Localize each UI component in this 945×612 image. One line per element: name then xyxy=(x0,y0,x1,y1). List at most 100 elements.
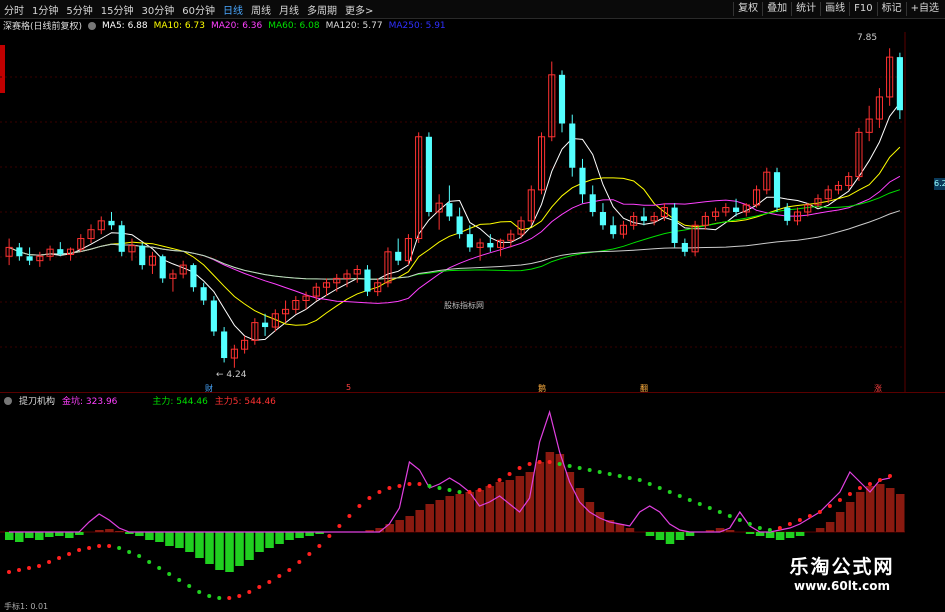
indicator-bar-down xyxy=(165,532,174,546)
candle-body-down xyxy=(589,194,596,212)
zhuli5-dot xyxy=(107,544,112,548)
indicator-bar-down xyxy=(235,532,244,566)
ma20-value: MA20: 6.36 xyxy=(210,20,263,31)
indicator-bar-down xyxy=(205,532,214,564)
draw-line-button[interactable]: 画线 xyxy=(820,2,849,16)
tab-30min[interactable]: 30分钟 xyxy=(141,2,174,17)
candle-body-down xyxy=(118,225,125,252)
candle-body-down xyxy=(190,265,197,288)
indicator-bar-up xyxy=(465,492,475,532)
indicator-bar-down xyxy=(775,532,785,540)
zhuli5-dot xyxy=(507,472,512,476)
zhuli5-dot xyxy=(137,554,142,558)
low-price-value: 4.24 xyxy=(226,370,247,380)
indicator-bar-down xyxy=(655,532,665,540)
zhuli5-dot xyxy=(467,490,472,494)
zhuli5-dot xyxy=(327,534,332,538)
indicator-bar-up xyxy=(855,492,865,532)
tab-5min[interactable]: 5分钟 xyxy=(66,2,92,17)
tab-multi-period[interactable]: 多周期 xyxy=(307,2,337,17)
zhuli5-dot xyxy=(37,564,42,568)
zhuli5-dot xyxy=(807,514,812,518)
candle-body-down xyxy=(200,287,207,301)
add-favorite-button[interactable]: +自选 xyxy=(905,2,943,16)
zhuli5-dot xyxy=(157,566,162,570)
kline-chart[interactable] xyxy=(0,32,945,392)
f10-button[interactable]: F10 xyxy=(849,2,876,16)
tab-1min[interactable]: 1分钟 xyxy=(32,2,58,17)
zhuli5-dot xyxy=(27,566,32,570)
indicator-bar-up xyxy=(415,510,424,532)
zhuli5-dot xyxy=(347,514,352,518)
indicator-bar-up xyxy=(95,530,104,532)
zhuli-value: 主力: 544.46 xyxy=(152,397,208,407)
zhuli5-dot xyxy=(727,514,732,518)
indicator-settings-icon[interactable] xyxy=(4,396,12,405)
event-marker-5[interactable]: 5 xyxy=(346,383,351,392)
candle-body-down xyxy=(610,225,617,235)
site-watermark: 乐淘公式网 www.60lt.com xyxy=(767,552,917,608)
jinkeng-value: 金坑: 323.96 xyxy=(62,397,118,407)
zhuli5-dot xyxy=(417,482,422,486)
zhuli5-dot xyxy=(117,546,122,550)
zhuli5-dot xyxy=(307,552,312,556)
indicator-bar-up xyxy=(425,504,434,532)
zhuli5-dot xyxy=(217,596,222,600)
ma250-value: MA250: 5.91 xyxy=(388,20,446,31)
zhuli5-dot xyxy=(477,488,482,492)
zhuli5-dot xyxy=(557,462,562,466)
tab-15min[interactable]: 15分钟 xyxy=(101,2,134,17)
candle-body-down xyxy=(425,136,432,212)
indicator-bar-up xyxy=(545,452,555,532)
tab-fenshi[interactable]: 分时 xyxy=(4,2,24,17)
indicator-bar-down xyxy=(145,532,154,540)
tab-more-label: 更多 xyxy=(344,5,365,17)
indicator-bar-down xyxy=(255,532,264,552)
candle-body-down xyxy=(159,256,166,279)
mark-button[interactable]: 标记 xyxy=(876,2,906,16)
indicator-bar-up xyxy=(405,516,414,532)
zhuli5-dot xyxy=(57,556,62,560)
bottom-status-text: 手标1: 0.01 xyxy=(4,602,49,611)
indicator-bar-down xyxy=(175,532,184,548)
indicator-bar-up xyxy=(585,502,595,532)
indicator-bar-up xyxy=(815,528,825,532)
right-price-tag: 6.2 xyxy=(934,178,945,190)
indicator-bar-up xyxy=(845,502,855,532)
indicator-bar-up xyxy=(435,500,444,532)
candles xyxy=(5,48,903,368)
tab-60min[interactable]: 60分钟 xyxy=(182,2,215,17)
zhuli5-dot xyxy=(697,502,702,506)
indicator-bar-up xyxy=(865,486,875,532)
zhuli5-dot xyxy=(367,496,372,500)
zhuli5-dot xyxy=(297,560,302,564)
high-price-label: 7.85 xyxy=(857,33,878,43)
zhuli5-dot xyxy=(877,478,882,482)
indicator-name[interactable]: 提刀机构 xyxy=(19,394,55,407)
zhuli5-dot xyxy=(627,476,632,480)
indicator-bar-down xyxy=(295,532,304,538)
indicator-bar-down xyxy=(15,532,24,542)
indicator-bar-down xyxy=(785,532,795,538)
tab-weekly[interactable]: 周线 xyxy=(251,2,271,17)
tab-more[interactable]: 更多> xyxy=(345,2,373,17)
indicator-bar-up xyxy=(475,490,485,532)
zhuli5-dot xyxy=(837,498,842,502)
indicator-bar-down xyxy=(285,532,294,540)
restore-rights-button[interactable]: 复权 xyxy=(733,2,762,16)
zhuli5-dot xyxy=(607,472,612,476)
tab-daily[interactable]: 日线 xyxy=(223,2,243,17)
zhuli5-dot xyxy=(817,510,822,514)
tab-monthly[interactable]: 月线 xyxy=(279,2,299,17)
indicator-info-bar: 提刀机构 金坑: 323.96 主力: 544.46 主力5: 544.46 xyxy=(0,394,283,407)
zhuli5-dot xyxy=(597,470,602,474)
low-price-label: ← 4.24 xyxy=(216,370,247,380)
candle-body-down xyxy=(456,216,463,235)
indicator-bar-down xyxy=(225,532,234,572)
period-toolbar: 分时 1分钟 5分钟 15分钟 30分钟 60分钟 日线 周线 月线 多周期 更… xyxy=(0,0,945,19)
candle-body-down xyxy=(57,249,64,255)
overlay-button[interactable]: 叠加 xyxy=(762,2,791,16)
settings-circle-icon[interactable] xyxy=(88,21,97,30)
statistics-button[interactable]: 统计 xyxy=(791,2,820,16)
zhuli5-dot xyxy=(97,544,102,548)
